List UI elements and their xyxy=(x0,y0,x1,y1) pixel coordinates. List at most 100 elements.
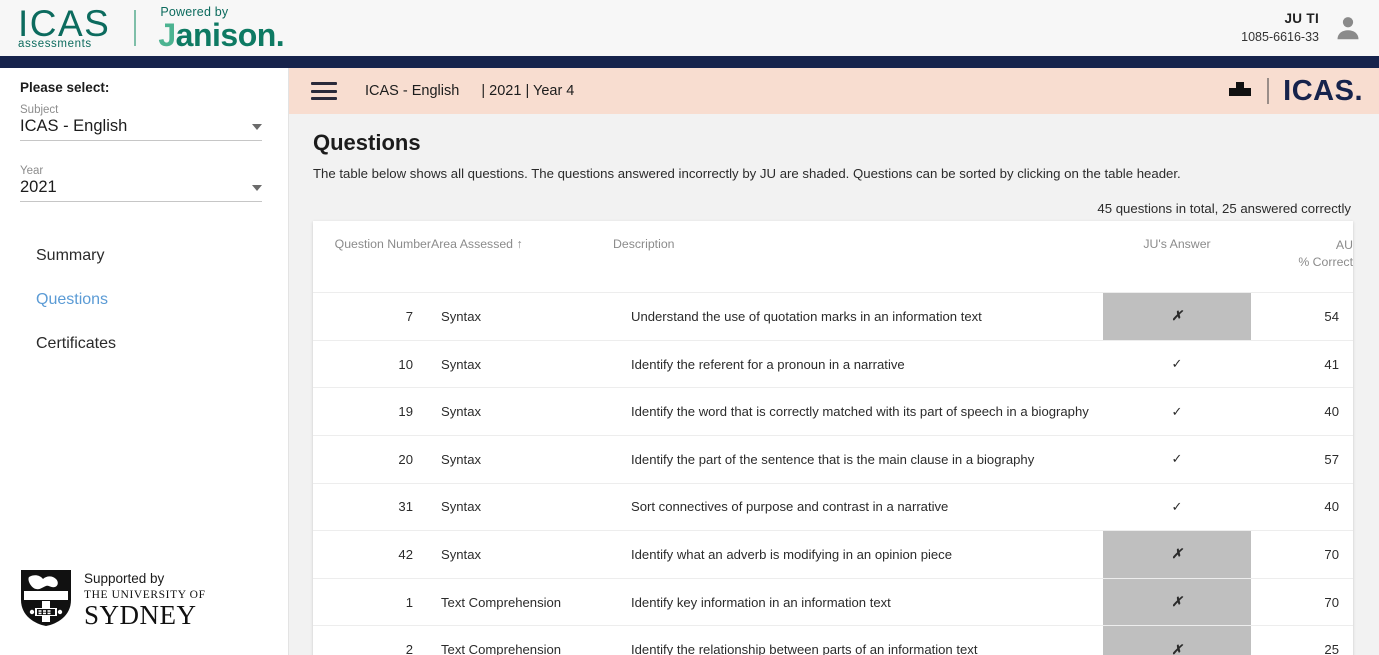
cell-desc: Identify what an adverb is modifying in … xyxy=(613,531,1103,579)
cross-icon: ✗ xyxy=(1172,642,1183,655)
content: Questions The table below shows all ques… xyxy=(289,114,1379,655)
cell-answer-correct: ✓ xyxy=(1103,435,1251,483)
header-question-number[interactable]: Question Number xyxy=(313,221,431,293)
cell-desc: Sort connectives of purpose and contrast… xyxy=(613,483,1103,531)
cell-area: Syntax xyxy=(431,388,613,436)
cell-num: 19 xyxy=(313,388,431,436)
page-title: Questions xyxy=(313,130,1353,156)
cell-area: Text Comprehension xyxy=(431,578,613,626)
breadcrumb-rest: | 2021 | Year 4 xyxy=(481,83,574,99)
sort-ascending-icon: ↑ xyxy=(516,237,522,251)
questions-table: Question Number Area Assessed ↑ Descript… xyxy=(313,221,1353,655)
janison-rest: anison. xyxy=(176,17,285,53)
check-icon: ✓ xyxy=(1172,451,1183,466)
subject-select[interactable]: Subject ICAS - English xyxy=(20,104,262,141)
header-area-assessed[interactable]: Area Assessed ↑ xyxy=(431,221,613,293)
check-icon: ✓ xyxy=(1172,499,1183,514)
graduation-cap-icon[interactable] xyxy=(1227,80,1253,102)
cross-icon: ✗ xyxy=(1172,308,1183,323)
year-select[interactable]: Year 2021 xyxy=(20,165,262,202)
cell-pct: 57 xyxy=(1251,435,1353,483)
cell-area: Syntax xyxy=(431,531,613,579)
cell-answer-incorrect: ✗ xyxy=(1103,293,1251,341)
please-select-label: Please select: xyxy=(20,80,288,95)
cell-area: Text Comprehension xyxy=(431,626,613,655)
cell-answer-correct: ✓ xyxy=(1103,340,1251,388)
table-row[interactable]: 20SyntaxIdentify the part of the sentenc… xyxy=(313,435,1353,483)
sidebar: Please select: Subject ICAS - English Ye… xyxy=(0,68,289,655)
icas-wordmark: ICAS xyxy=(18,6,110,41)
janison-logo[interactable]: Powered by Janison. xyxy=(158,5,284,51)
cross-icon: ✗ xyxy=(1172,594,1183,609)
user-area[interactable]: JU TI 1085-6616-33 xyxy=(1241,10,1363,45)
cell-pct: 70 xyxy=(1251,578,1353,626)
supported-by-label: Supported by xyxy=(84,571,206,586)
header-area-assessed-label: Area Assessed xyxy=(431,237,513,251)
cell-answer-incorrect: ✗ xyxy=(1103,578,1251,626)
question-count-summary: 45 questions in total, 25 answered corre… xyxy=(313,201,1353,216)
cell-desc: Identify the part of the sentence that i… xyxy=(613,435,1103,483)
icas-mark: ICAS. xyxy=(1283,75,1363,108)
table-row[interactable]: 7SyntaxUnderstand the use of quotation m… xyxy=(313,293,1353,341)
subject-value: ICAS - English xyxy=(20,117,127,136)
cell-pct: 40 xyxy=(1251,388,1353,436)
sidebar-item-certificates[interactable]: Certificates xyxy=(0,322,288,366)
cell-answer-incorrect: ✗ xyxy=(1103,531,1251,579)
cell-num: 1 xyxy=(313,578,431,626)
chevron-down-icon[interactable] xyxy=(252,185,262,191)
cell-desc: Identify the referent for a pronoun in a… xyxy=(613,340,1103,388)
icas-logo[interactable]: ICAS assessments xyxy=(18,6,110,50)
header-description[interactable]: Description xyxy=(613,221,1103,293)
university-shield-icon xyxy=(18,567,74,629)
supported-by-block: Supported by THE UNIVERSITY OF SYDNEY xyxy=(18,567,206,629)
cell-pct: 54 xyxy=(1251,293,1353,341)
header-au-percent-correct[interactable]: AU % Correct xyxy=(1251,221,1353,293)
table-body: 7SyntaxUnderstand the use of quotation m… xyxy=(313,293,1353,655)
cell-pct: 25 xyxy=(1251,626,1353,655)
cell-area: Syntax xyxy=(431,435,613,483)
year-value: 2021 xyxy=(20,178,57,197)
sidebar-item-questions[interactable]: Questions xyxy=(0,278,288,322)
breadcrumb-subject: ICAS - English xyxy=(365,83,459,99)
year-label: Year xyxy=(20,165,262,177)
header-answer[interactable]: JU's Answer xyxy=(1103,221,1251,293)
cross-icon: ✗ xyxy=(1172,546,1183,561)
sidebar-nav: Summary Questions Certificates xyxy=(0,234,288,366)
table-row[interactable]: 42SyntaxIdentify what an adverb is modif… xyxy=(313,531,1353,579)
appbar-divider xyxy=(1267,78,1269,104)
cell-pct: 40 xyxy=(1251,483,1353,531)
page-description: The table below shows all questions. The… xyxy=(313,166,1353,181)
cell-area: Syntax xyxy=(431,293,613,341)
questions-table-card: Question Number Area Assessed ↑ Descript… xyxy=(313,221,1353,655)
table-row[interactable]: 10SyntaxIdentify the referent for a pron… xyxy=(313,340,1353,388)
cell-num: 7 xyxy=(313,293,431,341)
cell-num: 20 xyxy=(313,435,431,483)
cell-desc: Identify key information in an informati… xyxy=(613,578,1103,626)
janison-wordmark: Janison. xyxy=(158,19,284,51)
brand-divider xyxy=(134,10,136,46)
table-row[interactable]: 1Text ComprehensionIdentify key informat… xyxy=(313,578,1353,626)
sidebar-item-summary[interactable]: Summary xyxy=(0,234,288,278)
cell-pct: 70 xyxy=(1251,531,1353,579)
page-root: ICAS assessments Powered by Janison. JU … xyxy=(0,0,1379,655)
janison-j: J xyxy=(158,17,175,53)
person-icon[interactable] xyxy=(1333,13,1363,43)
university-name: SYDNEY xyxy=(84,602,206,629)
university-text: Supported by THE UNIVERSITY OF SYDNEY xyxy=(84,567,206,629)
check-icon: ✓ xyxy=(1172,356,1183,371)
cell-pct: 41 xyxy=(1251,340,1353,388)
cell-num: 42 xyxy=(313,531,431,579)
subject-label: Subject xyxy=(20,104,262,116)
chevron-down-icon[interactable] xyxy=(252,124,262,130)
user-name: JU TI xyxy=(1241,10,1319,28)
navy-accent-strip xyxy=(0,56,1379,68)
brand-header: ICAS assessments Powered by Janison. JU … xyxy=(0,0,1379,56)
table-row[interactable]: 31SyntaxSort connectives of purpose and … xyxy=(313,483,1353,531)
table-header-row: Question Number Area Assessed ↑ Descript… xyxy=(313,221,1353,293)
table-head: Question Number Area Assessed ↑ Descript… xyxy=(313,221,1353,293)
hamburger-menu-icon[interactable] xyxy=(311,82,337,100)
header-au-label: AU xyxy=(1251,237,1353,254)
table-row[interactable]: 19SyntaxIdentify the word that is correc… xyxy=(313,388,1353,436)
table-row[interactable]: 2Text ComprehensionIdentify the relation… xyxy=(313,626,1353,655)
cell-answer-incorrect: ✗ xyxy=(1103,626,1251,655)
